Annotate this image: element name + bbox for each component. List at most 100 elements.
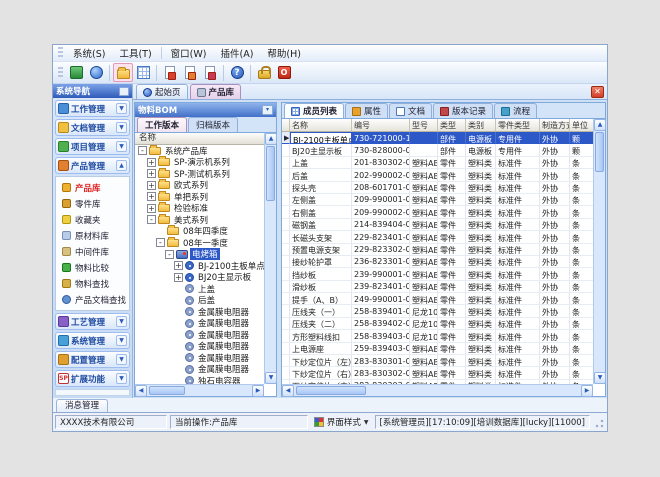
scroll-up-icon[interactable]: ▲: [594, 119, 606, 131]
lock-button[interactable]: [254, 63, 274, 82]
table-row[interactable]: 长磁头支架229-823401-00E塑料ABS零件塑料类标准件外协条: [282, 231, 605, 243]
doc-new-button[interactable]: [160, 63, 180, 82]
scroll-down-icon[interactable]: ▼: [594, 372, 606, 384]
sidebar-item-3[interactable]: 原材料库: [62, 228, 129, 243]
scroll-right-icon[interactable]: ▶: [581, 385, 593, 397]
tree-node-20[interactable]: 独石电容器: [135, 375, 264, 384]
chevron-down-icon[interactable]: ▼: [116, 373, 127, 384]
menu-grip-handle[interactable]: [58, 47, 63, 59]
tree-node-0[interactable]: -系统产品库: [135, 145, 264, 157]
help-button[interactable]: [227, 63, 247, 82]
table-row[interactable]: 接纱轮护罩236-823301-00E塑料ABS零件塑料类标准件外协条: [282, 256, 605, 268]
column-header-0[interactable]: 名称: [290, 119, 352, 132]
scroll-left-icon[interactable]: ◀: [135, 385, 147, 397]
chevron-down-icon[interactable]: ▼: [116, 141, 127, 152]
doc-import-button[interactable]: [180, 63, 200, 82]
tree-node-5[interactable]: +检验标准: [135, 203, 264, 215]
table-row[interactable]: 上盖201-830302-00E塑料ABS零件塑料类标准件外协条: [282, 157, 605, 169]
menu-item-0[interactable]: 系统(S): [66, 45, 112, 61]
member-tab-2[interactable]: 文档: [389, 103, 432, 118]
tree-node-14[interactable]: 金属膜电阻器: [135, 306, 264, 318]
doc-export-button[interactable]: [200, 63, 220, 82]
sidebar-section-5[interactable]: 系统管理▼: [55, 332, 130, 349]
chevron-down-icon[interactable]: ▼: [116, 122, 127, 133]
tree-node-10[interactable]: +BJ-2100主板单点: [135, 260, 264, 272]
chevron-down-icon[interactable]: ▼: [116, 316, 127, 327]
table-row[interactable]: 磁钢盖214-839404-01E塑料ABS零件塑料类标准件外协条: [282, 219, 605, 231]
table-row[interactable]: BJ20主显示板730-828000-04E部件电源板专用件外协颗: [282, 144, 605, 156]
sidebar-section-1[interactable]: 文档管理▼: [55, 119, 130, 136]
table-row[interactable]: ▶BJ-2100主板单点730-721000-12E部件电源板专用件外协颗: [282, 132, 605, 144]
bom-tab-1[interactable]: 归档版本: [188, 117, 238, 132]
menu-item-1[interactable]: 工具(T): [112, 45, 158, 61]
table-row[interactable]: 压线夹（一）258-839401-00E尼龙1010零件塑料类标准件外协条: [282, 305, 605, 317]
tree-node-16[interactable]: 金属膜电阻器: [135, 329, 264, 341]
table-row[interactable]: 左侧盖209-990001-01E塑料ABS零件塑料类标准件外协条: [282, 194, 605, 206]
column-header-7[interactable]: 单位: [570, 119, 594, 132]
tree-node-13[interactable]: 后盖: [135, 295, 264, 307]
table-scroll-thumb[interactable]: [595, 132, 604, 172]
table-row[interactable]: 提手（A、B）249-990001-01E塑料ABS零件塑料类标准件外协条: [282, 293, 605, 305]
column-header-3[interactable]: 类型: [438, 119, 466, 132]
tree-expand-icon[interactable]: +: [174, 273, 183, 282]
column-header-5[interactable]: 零件类型: [496, 119, 540, 132]
tree-expand-icon[interactable]: +: [174, 261, 183, 270]
menu-item-2[interactable]: 窗口(W): [164, 45, 214, 61]
tree-vertical-scrollbar[interactable]: ▲ ▼: [264, 133, 276, 384]
scroll-down-icon[interactable]: ▼: [265, 372, 277, 384]
tree-node-4[interactable]: +单把系列: [135, 191, 264, 203]
table-row[interactable]: 右侧盖209-990002-01E塑料ABS零件塑料类标准件外协条: [282, 206, 605, 218]
table-row[interactable]: 滑纱板239-823401-00E塑料ABS零件塑料类标准件外协条: [282, 281, 605, 293]
sidebar-item-2[interactable]: 收藏夹: [62, 212, 129, 227]
bom-tab-0[interactable]: 工作版本: [137, 117, 187, 132]
data-grid-button[interactable]: [133, 63, 153, 82]
member-tab-1[interactable]: 属性: [345, 103, 388, 118]
exit-button[interactable]: [274, 63, 294, 82]
open-library-button[interactable]: [113, 63, 133, 82]
doc-tab-1[interactable]: 产品库: [190, 84, 242, 99]
sidebar-section-4[interactable]: 工艺管理▼: [55, 313, 130, 330]
tree-expand-icon[interactable]: +: [147, 158, 156, 167]
tree-node-6[interactable]: -美式系列: [135, 214, 264, 226]
sidebar-item-0[interactable]: 产品库: [62, 180, 129, 195]
pin-icon[interactable]: ▾: [262, 105, 273, 115]
tree-node-18[interactable]: 金属膜电阻器: [135, 352, 264, 364]
workspace-button[interactable]: [66, 63, 86, 82]
ui-style-picker[interactable]: 界面样式 ▼: [311, 415, 372, 429]
message-manager-tab[interactable]: 消息管理: [56, 399, 108, 412]
table-horizontal-scrollbar[interactable]: ◀ ▶: [282, 384, 593, 396]
sidebar-item-6[interactable]: 物料查找: [62, 276, 129, 291]
table-row[interactable]: 挡纱板239-990001-01E塑料ABS零件塑料类标准件外协条: [282, 268, 605, 280]
tree-node-2[interactable]: +SP-测试机系列: [135, 168, 264, 180]
table-row[interactable]: 预置电源支架229-823302-00E塑料ABS零件塑料类标准件外协条: [282, 244, 605, 256]
table-row[interactable]: 方形塑料线扣258-839403-00E尼龙1010零件塑料类标准件外协条: [282, 330, 605, 342]
sidebar-item-5[interactable]: 物料比较: [62, 260, 129, 275]
table-hscroll-thumb[interactable]: [296, 386, 366, 395]
tree-collapse-icon[interactable]: -: [156, 238, 165, 247]
tree-node-19[interactable]: 金属膜电阻器: [135, 364, 264, 376]
close-icon[interactable]: ✕: [591, 86, 604, 98]
sidebar-section-3[interactable]: 产品管理▲: [55, 157, 130, 174]
web-button[interactable]: [86, 63, 106, 82]
table-row[interactable]: 探头壳208-601701-01E塑料ABS零件塑料类标准件外协条: [282, 182, 605, 194]
member-tab-3[interactable]: 版本记录: [433, 103, 493, 118]
column-header-2[interactable]: 型号: [410, 119, 438, 132]
member-tab-4[interactable]: 流程: [494, 103, 537, 118]
tree-expand-icon[interactable]: +: [147, 169, 156, 178]
sidebar-item-7[interactable]: 产品文档查找: [62, 292, 129, 307]
sidebar-section-0[interactable]: 工作管理▼: [55, 100, 130, 117]
table-row[interactable]: 后盖202-990002-01E塑料ABS零件塑料类标准件外协条: [282, 169, 605, 181]
resize-grip[interactable]: [593, 415, 605, 429]
tree-node-15[interactable]: 金属膜电阻器: [135, 318, 264, 330]
menu-item-4[interactable]: 帮助(H): [260, 45, 308, 61]
column-header-1[interactable]: 编号: [352, 119, 410, 132]
tree-column-header[interactable]: 名称: [135, 133, 264, 145]
tree-collapse-icon[interactable]: -: [138, 146, 147, 155]
scroll-left-icon[interactable]: ◀: [282, 385, 294, 397]
tree-expand-icon[interactable]: +: [147, 181, 156, 190]
tree-node-3[interactable]: +欧式系列: [135, 180, 264, 192]
tree-expand-icon[interactable]: +: [147, 204, 156, 213]
tree-hscroll-thumb[interactable]: [149, 386, 185, 395]
tree-scroll-thumb[interactable]: [266, 146, 275, 201]
table-vertical-scrollbar[interactable]: ▲ ▼: [593, 119, 605, 384]
